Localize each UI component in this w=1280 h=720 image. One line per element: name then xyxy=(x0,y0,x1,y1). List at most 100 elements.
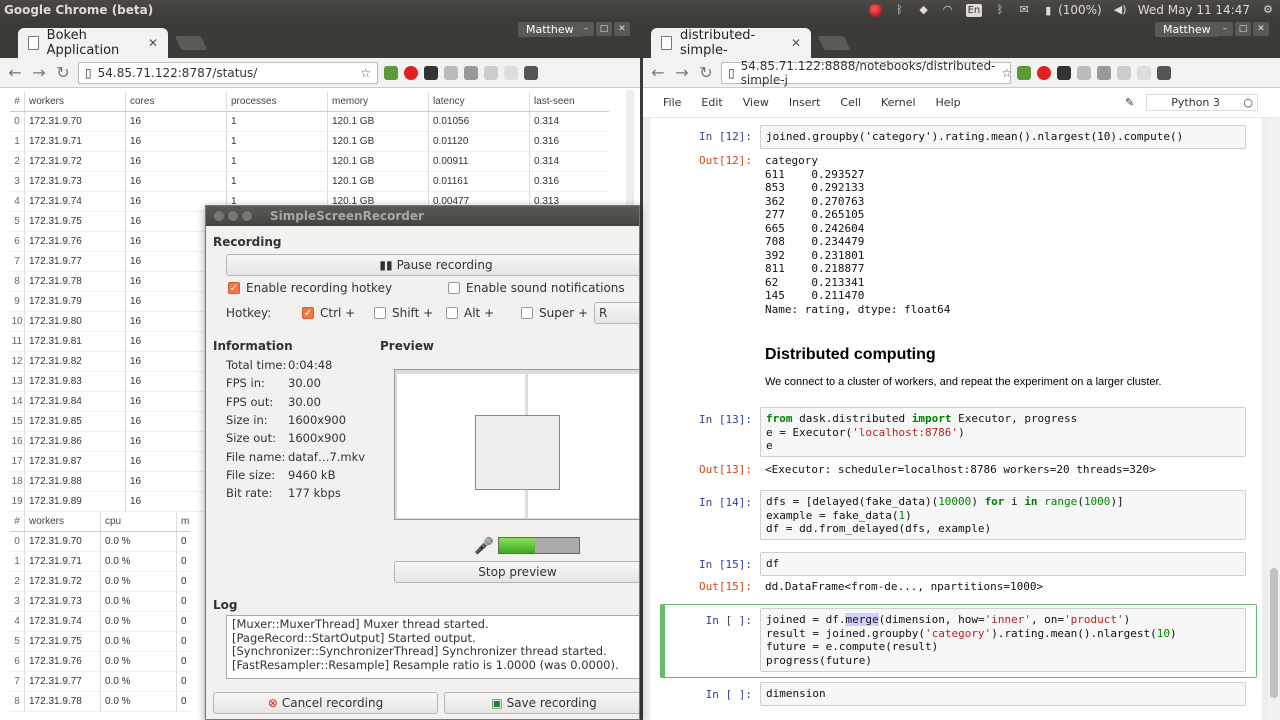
table-row[interactable]: 3 172.31.9.73 0.0 % 0 xyxy=(10,592,190,612)
menu-help[interactable]: Help xyxy=(936,96,961,109)
dropbox-icon[interactable]: ◆ xyxy=(918,4,930,16)
column-header[interactable]: processes xyxy=(226,92,327,111)
extension-icon[interactable] xyxy=(464,65,478,80)
address-bar[interactable]: ▯ 54.85.71.122:8888/notebooks/distribute… xyxy=(721,59,1012,87)
menu-insert[interactable]: Insert xyxy=(789,96,821,109)
close-window-icon[interactable]: ✕ xyxy=(1253,22,1269,36)
extension-icon[interactable] xyxy=(1117,65,1131,80)
opera-icon[interactable] xyxy=(1037,65,1051,80)
close-window-icon[interactable]: ✕ xyxy=(614,22,630,36)
column-header[interactable]: latency xyxy=(428,92,529,111)
menu-cell[interactable]: Cell xyxy=(840,96,861,109)
enable-sound-checkbox[interactable]: Enable sound notifications xyxy=(448,281,625,295)
minimize-icon[interactable] xyxy=(228,211,238,221)
menu-file[interactable]: File xyxy=(663,96,681,109)
table-row[interactable]: 6 172.31.9.76 0.0 % 0 xyxy=(10,652,190,672)
column-header[interactable]: memory xyxy=(327,92,428,111)
maximize-icon[interactable] xyxy=(242,211,252,221)
ctrl-checkbox[interactable]: ✓ Ctrl + xyxy=(302,306,355,320)
extension-icon[interactable] xyxy=(1077,65,1091,80)
wifi-icon[interactable]: ◠ xyxy=(942,4,954,16)
mail-icon[interactable]: ✉ xyxy=(1018,4,1030,16)
cancel-recording-button[interactable]: ⊗ Cancel recording xyxy=(213,692,438,714)
column-header[interactable]: cores xyxy=(125,92,226,111)
table-row[interactable]: 2 172.31.9.72 16 1 120.1 GB 0.00911 0.314 xyxy=(10,152,609,172)
scrollbar-thumb[interactable] xyxy=(1270,568,1278,698)
log-textbox[interactable]: [Muxer::MuxerThread] Muxer thread starte… xyxy=(226,615,639,679)
shift-checkbox[interactable]: Shift + xyxy=(374,306,433,320)
table-row[interactable]: 1 172.31.9.71 16 1 120.1 GB 0.01120 0.316 xyxy=(10,132,609,152)
hotkey-key-select[interactable]: R xyxy=(594,302,639,324)
ssr-titlebar[interactable]: SimpleScreenRecorder xyxy=(206,206,639,226)
extension-icon[interactable] xyxy=(444,65,458,80)
column-header[interactable]: cpu xyxy=(100,512,176,531)
table-row[interactable]: 4 172.31.9.74 0.0 % 0 xyxy=(10,612,190,632)
maximize-icon[interactable]: □ xyxy=(1235,22,1251,36)
minimize-icon[interactable]: – xyxy=(578,22,594,36)
column-header[interactable]: workers xyxy=(24,512,100,531)
tab-bokeh-application[interactable]: Bokeh Application ✕ xyxy=(18,28,168,58)
table-row[interactable]: 7 172.31.9.77 0.0 % 0 xyxy=(10,672,190,692)
keyboard-layout-indicator[interactable]: En xyxy=(965,3,983,17)
glasses-icon[interactable] xyxy=(424,65,438,80)
pause-recording-button[interactable]: ▮▮ Pause recording xyxy=(226,254,639,276)
table-row[interactable]: 3 172.31.9.73 16 1 120.1 GB 0.01161 0.316 xyxy=(10,172,609,192)
menu-icon[interactable] xyxy=(1157,65,1171,80)
extension-icon[interactable] xyxy=(1137,65,1151,80)
bluetooth-icon[interactable]: ᛒ xyxy=(894,4,906,16)
table-row[interactable]: 5 172.31.9.75 0.0 % 0 xyxy=(10,632,190,652)
table-row[interactable]: 2 172.31.9.72 0.0 % 0 xyxy=(10,572,190,592)
super-checkbox[interactable]: Super + xyxy=(521,306,588,320)
bookmark-star-icon[interactable]: ☆ xyxy=(1001,66,1012,80)
extension-icon[interactable] xyxy=(484,65,498,80)
battery-indicator[interactable]: ▮ (100%) xyxy=(1042,3,1102,17)
bluetooth-icon[interactable]: ᛒ xyxy=(994,4,1006,16)
address-bar[interactable]: ▯ 54.85.71.122:8787/status/ ☆ xyxy=(78,61,378,84)
maximize-icon[interactable]: □ xyxy=(596,22,612,36)
bookmark-star-icon[interactable]: ☆ xyxy=(360,66,371,80)
column-header[interactable]: # xyxy=(10,512,24,531)
notebook-scrollbar[interactable] xyxy=(1268,118,1280,720)
alt-checkbox[interactable]: Alt + xyxy=(446,306,494,320)
profile-button[interactable]: Matthew xyxy=(518,22,582,37)
code-cell[interactable]: dimension xyxy=(760,682,1246,706)
forward-icon[interactable]: → xyxy=(30,63,48,82)
opera-icon[interactable] xyxy=(404,65,418,80)
reload-icon[interactable]: ↻ xyxy=(697,63,715,82)
column-header[interactable]: m xyxy=(176,512,190,531)
code-cell-selected[interactable]: joined = df.merge(dimension, how='inner'… xyxy=(760,608,1246,672)
enable-hotkey-checkbox[interactable]: ✓ Enable recording hotkey xyxy=(228,281,392,295)
menu-edit[interactable]: Edit xyxy=(701,96,722,109)
code-cell[interactable]: dfs = [delayed(fake_data)(10000) for i i… xyxy=(760,490,1246,540)
extension-icon[interactable] xyxy=(384,65,398,80)
menu-kernel[interactable]: Kernel xyxy=(881,96,916,109)
close-tab-icon[interactable]: ✕ xyxy=(791,36,801,50)
forward-icon[interactable]: → xyxy=(673,63,691,82)
table-row[interactable]: 0 172.31.9.70 0.0 % 0 xyxy=(10,532,190,552)
column-header[interactable]: last-seen xyxy=(529,92,609,111)
table-row[interactable]: 8 172.31.9.78 0.0 % 0 xyxy=(10,692,190,712)
stop-preview-button[interactable]: Stop preview xyxy=(394,561,639,583)
new-tab-button[interactable] xyxy=(174,36,208,50)
extension-icon[interactable] xyxy=(1097,65,1111,80)
close-tab-icon[interactable]: ✕ xyxy=(148,36,158,50)
back-icon[interactable]: ← xyxy=(649,63,667,82)
code-cell[interactable]: from dask.distributed import Executor, p… xyxy=(760,407,1246,457)
column-header[interactable]: workers xyxy=(24,92,125,111)
clock[interactable]: Wed May 11 14:47 xyxy=(1138,3,1250,17)
kernel-indicator[interactable]: Python 3 ○ xyxy=(1146,94,1258,111)
reload-icon[interactable]: ↻ xyxy=(54,63,72,82)
new-tab-button[interactable] xyxy=(817,36,851,50)
save-recording-button[interactable]: ▣ Save recording xyxy=(444,692,639,714)
volume-icon[interactable]: ◀) xyxy=(1114,4,1127,16)
close-window-icon[interactable] xyxy=(214,211,224,221)
extension-icon[interactable] xyxy=(504,65,518,80)
column-header[interactable]: # xyxy=(10,92,24,111)
table-row[interactable]: 1 172.31.9.71 0.0 % 0 xyxy=(10,552,190,572)
table-row[interactable]: 0 172.31.9.70 16 1 120.1 GB 0.01056 0.314 xyxy=(10,112,609,132)
minimize-icon[interactable]: – xyxy=(1217,22,1233,36)
gear-icon[interactable]: ⚙ xyxy=(1262,4,1274,16)
glasses-icon[interactable] xyxy=(1057,65,1071,80)
back-icon[interactable]: ← xyxy=(6,63,24,82)
code-cell[interactable]: joined.groupby('category').rating.mean()… xyxy=(760,125,1246,149)
